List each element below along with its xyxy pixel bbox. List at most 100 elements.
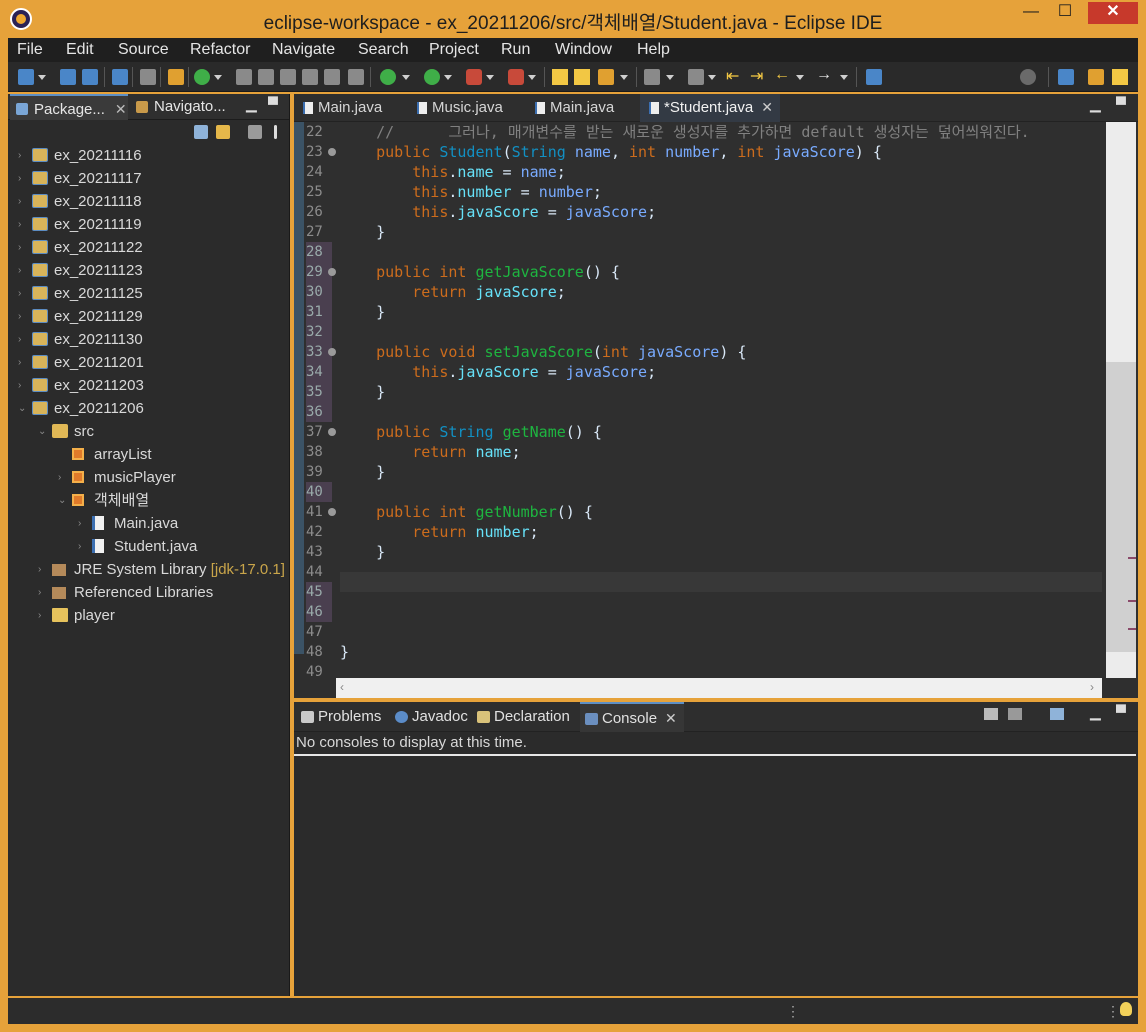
expand-toggle-icon[interactable]: ›: [38, 558, 41, 581]
expand-toggle-icon[interactable]: ›: [18, 236, 21, 259]
open-folder-icon[interactable]: [552, 69, 568, 85]
code-editor[interactable]: 22 23 24 25 26 27 28 29 30 31 32 33 34 35 36 37 38 39 40 41…: [294, 122, 1102, 678]
line-number[interactable]: 43: [306, 542, 332, 562]
tab-package-explorer[interactable]: Package... ✕: [10, 94, 128, 120]
back-icon[interactable]: ←: [774, 66, 792, 83]
menu-window[interactable]: Window: [555, 41, 612, 59]
minimize-view-icon[interactable]: ▁: [1090, 704, 1101, 721]
new-class-dropdown-icon[interactable]: [214, 75, 222, 80]
overview-ruler-mark[interactable]: [1128, 557, 1136, 559]
open-perspective-icon[interactable]: [1058, 69, 1074, 85]
fold-toggle-icon[interactable]: [328, 268, 336, 276]
line-number[interactable]: 46: [306, 602, 332, 622]
annotation-dropdown-icon[interactable]: [620, 75, 628, 80]
menu-edit[interactable]: Edit: [66, 41, 94, 59]
collapse-all-icon[interactable]: [194, 125, 208, 139]
debug-icon[interactable]: [380, 69, 396, 85]
scroll-left-icon[interactable]: ‹: [340, 680, 344, 694]
line-number[interactable]: 32: [306, 322, 332, 342]
expand-toggle-icon[interactable]: ›: [18, 305, 21, 328]
lightbulb-icon[interactable]: [1120, 1002, 1132, 1016]
line-number[interactable]: 30: [306, 282, 332, 302]
new-java-package-icon[interactable]: [168, 69, 184, 85]
tab-music-java[interactable]: Music.java: [408, 94, 518, 122]
maximize-button[interactable]: ☐: [1048, 2, 1082, 24]
line-number[interactable]: 48: [306, 642, 332, 662]
new-console-icon[interactable]: [1050, 708, 1064, 720]
expand-toggle-icon[interactable]: ⌄: [58, 489, 66, 512]
line-number[interactable]: 28: [306, 242, 332, 262]
open-console-icon[interactable]: [984, 708, 998, 720]
expand-toggle-icon[interactable]: ›: [18, 282, 21, 305]
maximize-view-icon[interactable]: ▀: [268, 96, 278, 112]
view-menu-icon[interactable]: [274, 125, 277, 139]
line-number[interactable]: 36: [306, 402, 332, 422]
line-number[interactable]: 38: [306, 442, 332, 462]
line-number[interactable]: 47: [306, 622, 332, 642]
expand-toggle-icon[interactable]: ›: [18, 144, 21, 167]
terminal-icon[interactable]: [112, 69, 128, 85]
previous-annotation-icon[interactable]: [688, 69, 704, 85]
scroll-right-icon[interactable]: ›: [1090, 680, 1094, 694]
menu-file[interactable]: File: [17, 41, 43, 59]
overview-ruler-mark[interactable]: [1128, 628, 1136, 630]
line-number[interactable]: 27: [306, 222, 332, 242]
expand-toggle-icon[interactable]: ›: [58, 466, 61, 489]
open-project-icon[interactable]: [574, 69, 590, 85]
line-number[interactable]: 26: [306, 202, 332, 222]
menu-project[interactable]: Project: [429, 41, 479, 59]
coverage-dropdown-icon[interactable]: [486, 75, 494, 80]
coverage-icon[interactable]: [466, 69, 482, 85]
tab-main-java[interactable]: Main.java: [294, 94, 404, 122]
open-type-icon[interactable]: [236, 69, 252, 85]
expand-toggle-icon[interactable]: ⌄: [18, 397, 26, 420]
tab-student-java[interactable]: *Student.java ✕: [640, 94, 780, 122]
back-dropdown-icon[interactable]: [796, 75, 804, 80]
block-selection-icon[interactable]: [324, 69, 340, 85]
fold-toggle-icon[interactable]: [328, 508, 336, 516]
expand-toggle-icon[interactable]: ›: [38, 604, 41, 627]
line-number[interactable]: 44: [306, 562, 332, 582]
tab-main-java-2[interactable]: Main.java: [526, 94, 636, 122]
menu-help[interactable]: Help: [637, 41, 670, 59]
expand-toggle-icon[interactable]: ›: [78, 535, 81, 558]
line-number[interactable]: 24: [306, 162, 332, 182]
annotation-icon[interactable]: [598, 69, 614, 85]
search-task-icon[interactable]: [258, 69, 274, 85]
show-whitespace-icon[interactable]: [348, 69, 364, 85]
fold-toggle-icon[interactable]: [328, 428, 336, 436]
maximize-editor-icon[interactable]: ▀: [1116, 96, 1126, 112]
line-number[interactable]: 45: [306, 582, 332, 602]
menu-run[interactable]: Run: [501, 41, 530, 59]
expand-toggle-icon[interactable]: ⌄: [38, 420, 46, 443]
close-icon[interactable]: ✕: [665, 710, 677, 726]
toggle-mark-occurrences-icon[interactable]: [302, 69, 318, 85]
minimize-editor-icon[interactable]: ▁: [1090, 96, 1101, 113]
previous-annotation-dropdown-icon[interactable]: [708, 75, 716, 80]
tab-console[interactable]: Console ✕: [580, 702, 684, 732]
open-task-icon[interactable]: [280, 69, 296, 85]
pin-editor-icon[interactable]: [866, 69, 882, 85]
search-icon[interactable]: [1020, 69, 1036, 85]
save-all-icon[interactable]: [82, 69, 98, 85]
java-perspective-icon[interactable]: [1112, 69, 1128, 85]
tab-navigator[interactable]: Navigato...: [130, 94, 242, 120]
external-tools-dropdown-icon[interactable]: [528, 75, 536, 80]
line-number[interactable]: 39: [306, 462, 332, 482]
menu-refactor[interactable]: Refactor: [190, 41, 250, 59]
display-console-icon[interactable]: [1008, 708, 1022, 720]
debug-dropdown-icon[interactable]: [402, 75, 410, 80]
expand-toggle-icon[interactable]: ›: [18, 213, 21, 236]
run-icon[interactable]: [424, 69, 440, 85]
expand-toggle-icon[interactable]: ›: [38, 581, 41, 604]
maximize-view-icon[interactable]: ▀: [1116, 704, 1126, 720]
close-button[interactable]: ✕: [1088, 2, 1138, 24]
fold-toggle-icon[interactable]: [328, 348, 336, 356]
new-java-class-icon[interactable]: [194, 69, 210, 85]
line-number[interactable]: 34: [306, 362, 332, 382]
line-number[interactable]: 22: [306, 122, 332, 142]
line-number[interactable]: 42: [306, 522, 332, 542]
minimize-button[interactable]: —: [1014, 2, 1048, 24]
menu-navigate[interactable]: Navigate: [272, 41, 335, 59]
tab-declaration[interactable]: Declaration: [472, 702, 576, 732]
